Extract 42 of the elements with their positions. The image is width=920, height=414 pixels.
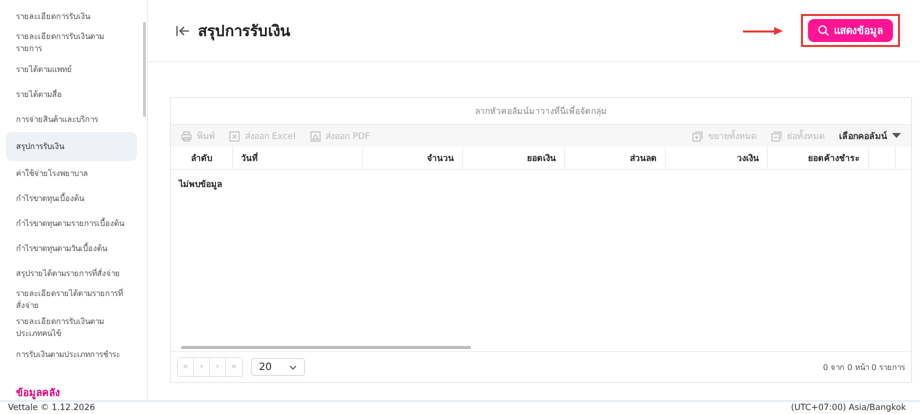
printer-icon xyxy=(181,130,192,142)
empty-message: ไม่พบข้อมูล xyxy=(177,178,223,192)
annotation-arrow xyxy=(743,26,783,34)
sidebar-item[interactable]: การจ่ายสินค้าและบริการ xyxy=(6,107,137,132)
column-header[interactable]: วันที่ xyxy=(233,147,363,169)
column-header[interactable]: ยอดค้างชำระ xyxy=(768,147,869,169)
sidebar-item[interactable]: ค่าใช้จ่ายโรงพยาบาล xyxy=(6,161,137,186)
column-header[interactable]: ส่วนลด xyxy=(565,147,666,169)
sidebar-item[interactable]: การรับเงินตามประเภทการชำระ xyxy=(6,342,137,367)
scrollbar[interactable] xyxy=(143,22,146,117)
chevron-down-icon xyxy=(289,364,297,370)
sidebar-item[interactable]: รายละเอียดการรับเงินตามรายการ xyxy=(6,29,137,57)
footer-timezone: (UTC+07:00) Asia/Bangkok xyxy=(790,402,906,414)
sidebar-item[interactable]: รายละเอียดการรับเงินตามประเภทคนไข้ xyxy=(6,314,137,342)
collapse-icon xyxy=(771,130,782,142)
document-icon xyxy=(310,130,321,142)
sidebar-item[interactable]: รายได้ตามแพทย์ xyxy=(6,57,137,82)
footer-copyright: Vettale © 1.12.2026 xyxy=(8,402,96,414)
column-header[interactable]: จำนวน xyxy=(363,147,463,169)
sidebar-item[interactable]: รายละเอียดรายได้ตามรายการที่สั่งจ่าย xyxy=(6,286,137,314)
caret-down-icon xyxy=(892,133,901,139)
spreadsheet-icon xyxy=(229,130,240,142)
scrollbar[interactable] xyxy=(181,346,471,349)
sidebar-item[interactable]: กำไรขาดทุนตามวันเบื้องต้น xyxy=(6,236,137,261)
page-size-select[interactable]: 20 xyxy=(251,358,305,376)
sidebar-item[interactable]: รายได้ตามสื่อ xyxy=(6,82,137,107)
expand-icon xyxy=(692,130,703,142)
collapse-sidebar-icon[interactable] xyxy=(176,24,190,36)
show-data-button[interactable]: แสดงข้อมูล xyxy=(808,19,893,42)
column-header[interactable]: วงเงิน xyxy=(666,147,768,169)
sidebar-item[interactable]: สรุปการรับเงิน xyxy=(6,132,137,161)
sidebar-item[interactable]: กำไรขาดทุนตามรายการเบื้องต้น xyxy=(6,211,137,236)
sidebar-item[interactable]: สรุปรายได้ตามรายการที่สั่งจ่าย xyxy=(6,261,137,286)
search-icon xyxy=(818,25,829,36)
page-title: สรุปการรับเงิน xyxy=(198,20,290,42)
sidebar-item[interactable]: รายละเอียดการรับเงิน xyxy=(6,4,137,29)
pager-info: 0 จาก 0 หน้า 0 รายการ xyxy=(823,362,905,374)
column-header[interactable]: ลำดับ xyxy=(171,147,233,169)
column-chooser-button[interactable]: เลือกคอลัมน์ xyxy=(839,129,901,143)
column-header[interactable]: ยอดเงิน xyxy=(463,147,565,169)
section-title: ข้อมูลคลัง xyxy=(15,386,61,400)
sidebar-item[interactable]: กำไรขาดทุนเบื้องต้น xyxy=(6,186,137,211)
